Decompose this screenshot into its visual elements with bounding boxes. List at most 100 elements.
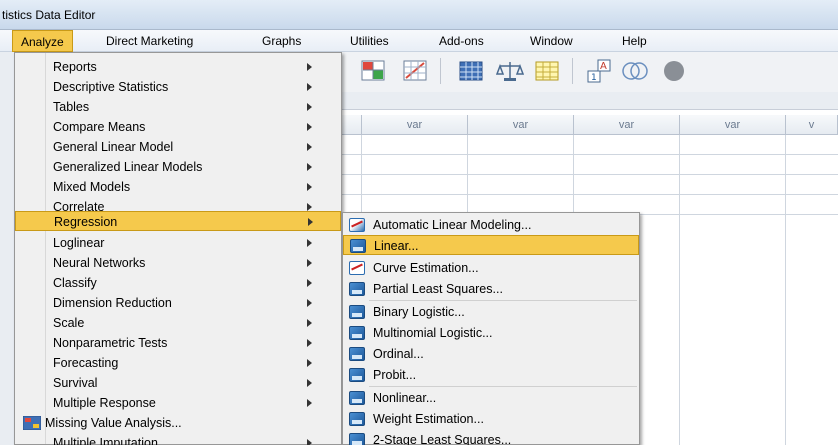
insert-cases-icon[interactable] bbox=[360, 58, 388, 84]
weight-estimation-icon bbox=[349, 412, 365, 426]
toolbar: A1 bbox=[340, 52, 838, 92]
partial-least-squares-icon bbox=[349, 282, 365, 296]
menu-item-regression[interactable]: Regression bbox=[15, 211, 341, 231]
menu-item-label: Multiple Response bbox=[53, 396, 156, 410]
split-file-icon[interactable] bbox=[458, 58, 486, 84]
menu-item-label: General Linear Model bbox=[53, 140, 174, 154]
menu-item-compare-means[interactable]: Compare Means bbox=[15, 117, 341, 137]
column-header[interactable]: var bbox=[362, 115, 468, 135]
menu-bar: Analyze Direct Marketing Graphs Utilitie… bbox=[0, 30, 838, 52]
toolbar-separator bbox=[572, 58, 573, 84]
show-all-variables-icon[interactable] bbox=[658, 58, 686, 84]
row-header-corner bbox=[340, 115, 362, 135]
menu-item-label: Regression bbox=[54, 215, 118, 229]
svg-text:A: A bbox=[600, 61, 607, 72]
submenu-arrow-icon bbox=[307, 319, 312, 327]
submenu-arrow-icon bbox=[307, 439, 312, 445]
menu-item-2-stage-least-squares[interactable]: 2-Stage Least Squares... bbox=[343, 430, 639, 445]
title-bar: tistics Data Editor bbox=[0, 0, 838, 30]
submenu-arrow-icon bbox=[308, 218, 313, 226]
menu-item-mixed-models[interactable]: Mixed Models bbox=[15, 177, 341, 197]
column-header[interactable]: var bbox=[468, 115, 574, 135]
menu-item-automatic-linear-modeling[interactable]: Automatic Linear Modeling... bbox=[343, 215, 639, 235]
menu-item-label: Mixed Models bbox=[53, 180, 131, 194]
submenu-arrow-icon bbox=[307, 259, 312, 267]
menu-item-dimension-reduction[interactable]: Dimension Reduction bbox=[15, 293, 341, 313]
menu-item-label: Curve Estimation... bbox=[373, 261, 479, 275]
submenu-arrow-icon bbox=[307, 103, 312, 111]
menu-item-binary-logistic[interactable]: Binary Logistic... bbox=[343, 302, 639, 322]
menu-utilities[interactable]: Utilities bbox=[350, 34, 389, 48]
menu-item-classify[interactable]: Classify bbox=[15, 273, 341, 293]
submenu-arrow-icon bbox=[307, 203, 312, 211]
submenu-arrow-icon bbox=[307, 399, 312, 407]
menu-item-loglinear[interactable]: Loglinear bbox=[15, 233, 341, 253]
menu-item-label: Weight Estimation... bbox=[373, 412, 484, 426]
menu-item-probit[interactable]: Probit... bbox=[343, 365, 639, 385]
menu-item-label: Compare Means bbox=[53, 120, 146, 134]
2-stage-least-squares-icon bbox=[349, 433, 365, 445]
menu-item-linear[interactable]: Linear... bbox=[343, 235, 639, 255]
menu-window[interactable]: Window bbox=[530, 34, 573, 48]
column-header[interactable]: var bbox=[680, 115, 786, 135]
menu-item-weight-estimation[interactable]: Weight Estimation... bbox=[343, 409, 639, 429]
menu-item-survival[interactable]: Survival bbox=[15, 373, 341, 393]
menu-item-tables[interactable]: Tables bbox=[15, 97, 341, 117]
submenu-arrow-icon bbox=[307, 123, 312, 131]
menu-analyze[interactable]: Analyze bbox=[12, 30, 73, 52]
menu-item-nonlinear[interactable]: Nonlinear... bbox=[343, 388, 639, 408]
probit-icon bbox=[349, 368, 365, 382]
submenu-arrow-icon bbox=[307, 183, 312, 191]
menu-item-descriptive-statistics[interactable]: Descriptive Statistics bbox=[15, 77, 341, 97]
menu-add-ons[interactable]: Add-ons bbox=[439, 34, 484, 48]
binary-logistic-icon bbox=[349, 305, 365, 319]
submenu-arrow-icon bbox=[307, 143, 312, 151]
menu-item-label: Tables bbox=[53, 100, 90, 114]
menu-item-general-linear-model[interactable]: General Linear Model bbox=[15, 137, 341, 157]
menu-item-label: Scale bbox=[53, 316, 85, 330]
menu-item-label: Partial Least Squares... bbox=[373, 282, 503, 296]
menu-item-curve-estimation[interactable]: Curve Estimation... bbox=[343, 258, 639, 278]
menu-item-generalized-linear-models[interactable]: Generalized Linear Models bbox=[15, 157, 341, 177]
submenu-arrow-icon bbox=[307, 279, 312, 287]
grid-line bbox=[340, 194, 838, 195]
menu-item-multiple-imputation[interactable]: Multiple Imputation bbox=[15, 433, 341, 445]
menu-item-label: Classify bbox=[53, 276, 97, 290]
value-labels-icon[interactable]: A1 bbox=[586, 58, 614, 84]
column-header[interactable]: var bbox=[574, 115, 680, 135]
missing-value-icon bbox=[22, 415, 42, 433]
menu-separator bbox=[369, 300, 637, 301]
cell-editor-strip bbox=[340, 92, 838, 110]
menu-item-missing-value-analysis[interactable]: Missing Value Analysis... bbox=[15, 413, 341, 433]
use-variable-sets-icon[interactable] bbox=[620, 58, 648, 84]
menu-item-label: Survival bbox=[53, 376, 98, 390]
menu-item-label: Neural Networks bbox=[53, 256, 146, 270]
insert-variable-icon[interactable] bbox=[402, 58, 430, 84]
menu-item-neural-networks[interactable]: Neural Networks bbox=[15, 253, 341, 273]
menu-item-multinomial-logistic[interactable]: Multinomial Logistic... bbox=[343, 323, 639, 343]
weight-cases-icon[interactable] bbox=[495, 58, 525, 84]
menu-item-multiple-response[interactable]: Multiple Response bbox=[15, 393, 341, 413]
menu-item-label: Nonlinear... bbox=[373, 391, 437, 405]
menu-item-ordinal[interactable]: Ordinal... bbox=[343, 344, 639, 364]
menu-item-label: Loglinear bbox=[53, 236, 105, 250]
column-header[interactable]: v bbox=[786, 115, 838, 135]
menu-item-label: Generalized Linear Models bbox=[53, 160, 203, 174]
menu-item-reports[interactable]: Reports bbox=[15, 57, 341, 77]
menu-direct-marketing[interactable]: Direct Marketing bbox=[106, 34, 193, 48]
menu-item-partial-least-squares[interactable]: Partial Least Squares... bbox=[343, 279, 639, 299]
submenu-arrow-icon bbox=[307, 299, 312, 307]
grid-line bbox=[679, 135, 680, 445]
menu-item-scale[interactable]: Scale bbox=[15, 313, 341, 333]
menu-item-label: Reports bbox=[53, 60, 97, 74]
menu-item-nonparametric-tests[interactable]: Nonparametric Tests bbox=[15, 333, 341, 353]
menu-help[interactable]: Help bbox=[622, 34, 647, 48]
nonlinear-icon bbox=[349, 391, 365, 405]
menu-item-label: Nonparametric Tests bbox=[53, 336, 168, 350]
menu-item-forecasting[interactable]: Forecasting bbox=[15, 353, 341, 373]
submenu-arrow-icon bbox=[307, 339, 312, 347]
select-cases-icon[interactable] bbox=[534, 58, 562, 84]
menu-item-label: Ordinal... bbox=[373, 347, 424, 361]
menu-graphs[interactable]: Graphs bbox=[262, 34, 301, 48]
curve-estimation-icon bbox=[349, 261, 365, 275]
